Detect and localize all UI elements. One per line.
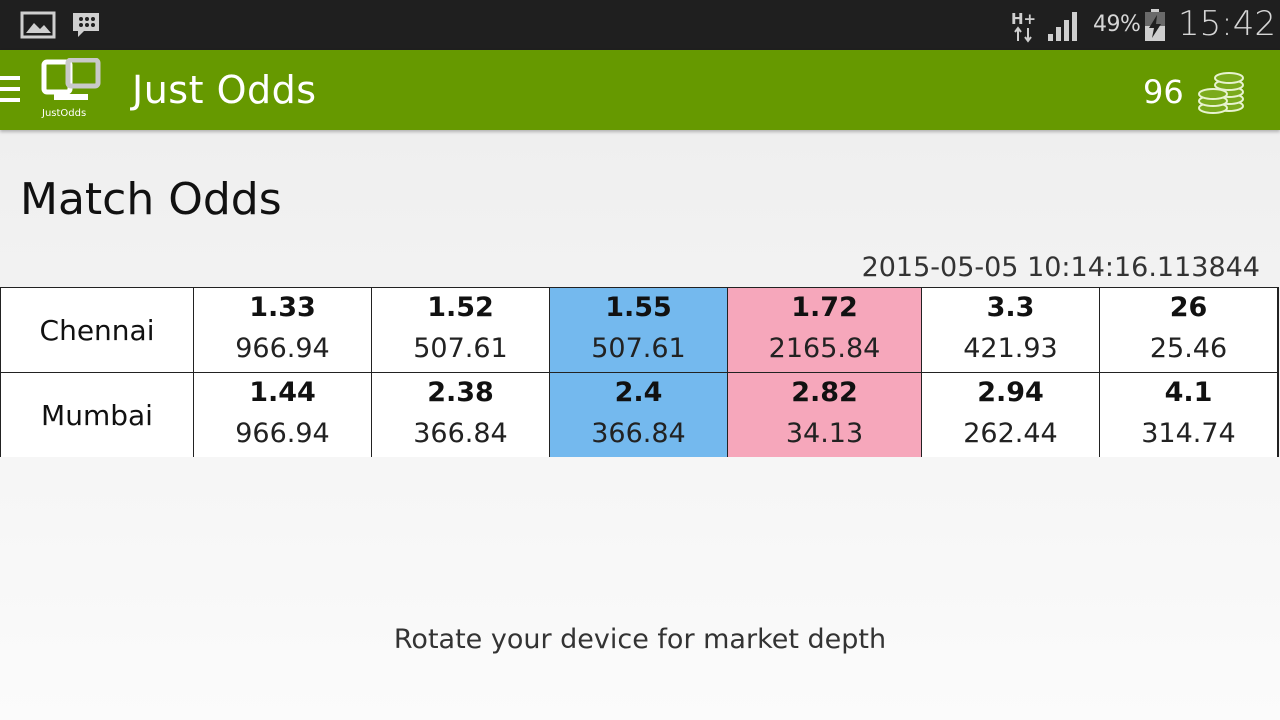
odds-size: 2165.84 — [768, 333, 881, 364]
app-bar: JustOdds Just Odds 96 — [0, 50, 1280, 130]
best-lay-cell[interactable]: 1.72 2165.84 — [727, 287, 922, 373]
status-bar: H+ 49% 15:42 — [0, 0, 1280, 50]
app-logo[interactable]: JustOdds — [38, 58, 104, 120]
odds-cell[interactable]: 26 25.46 — [1099, 287, 1279, 373]
odds-cell[interactable]: 2.38 366.84 — [371, 372, 550, 457]
odds-price: 1.33 — [249, 292, 316, 323]
odds-price: 1.44 — [249, 377, 316, 408]
runner-name: Chennai — [0, 287, 194, 373]
page-title: Match Odds — [20, 174, 282, 225]
gallery-icon — [20, 11, 56, 39]
hplus-network-icon: H+ — [1011, 10, 1036, 43]
odds-size: 366.84 — [591, 418, 686, 449]
odds-price: 1.55 — [605, 292, 672, 323]
odds-price: 4.1 — [1164, 377, 1213, 408]
odds-cell[interactable]: 2.94 262.44 — [921, 372, 1100, 457]
odds-price: 26 — [1169, 292, 1208, 323]
odds-size: 966.94 — [235, 333, 330, 364]
best-back-cell[interactable]: 2.4 366.84 — [549, 372, 728, 457]
odds-size: 262.44 — [963, 418, 1058, 449]
odds-cell[interactable]: 1.44 966.94 — [193, 372, 372, 457]
odds-cell[interactable]: 1.33 966.94 — [193, 287, 372, 373]
best-lay-cell[interactable]: 2.82 34.13 — [727, 372, 922, 457]
odds-size: 507.61 — [413, 333, 508, 364]
battery-charging-icon — [1145, 9, 1165, 41]
odds-size: 507.61 — [591, 333, 686, 364]
runner-row: Mumbai 1.44 966.94 2.38 366.84 2.4 366.84 2… — [0, 372, 1279, 457]
signal-icon — [1048, 12, 1077, 41]
market-timestamp: 2015-05-05 10:14:16.113844 — [861, 252, 1260, 283]
coin-count: 96 — [1143, 73, 1184, 111]
clock: 15:42 — [1178, 4, 1276, 44]
svg-text:H+: H+ — [1011, 10, 1036, 28]
odds-price: 2.82 — [791, 377, 858, 408]
svg-text:JustOdds: JustOdds — [41, 108, 86, 119]
odds-price: 2.38 — [427, 377, 494, 408]
bbm-icon — [73, 13, 99, 37]
battery-percent: 49% — [1093, 12, 1141, 37]
odds-price: 2.4 — [614, 377, 663, 408]
odds-size: 421.93 — [963, 333, 1058, 364]
odds-table: Chennai 1.33 966.94 1.52 507.61 1.55 507.61… — [0, 287, 1279, 457]
odds-size: 966.94 — [235, 418, 330, 449]
odds-cell[interactable]: 1.52 507.61 — [371, 287, 550, 373]
odds-size: 34.13 — [785, 418, 864, 449]
rotate-hint: Rotate your device for market depth — [393, 624, 887, 655]
odds-price: 1.52 — [427, 292, 494, 323]
runner-row: Chennai 1.33 966.94 1.52 507.61 1.55 507.61… — [0, 287, 1279, 373]
odds-size: 366.84 — [413, 418, 508, 449]
menu-icon[interactable] — [0, 76, 22, 106]
best-back-cell[interactable]: 1.55 507.61 — [549, 287, 728, 373]
odds-price: 3.3 — [986, 292, 1035, 323]
odds-price: 2.94 — [977, 377, 1044, 408]
odds-price: 1.72 — [791, 292, 858, 323]
coins-icon[interactable] — [1195, 66, 1247, 116]
odds-cell[interactable]: 4.1 314.74 — [1099, 372, 1279, 457]
odds-size: 314.74 — [1141, 418, 1236, 449]
runner-name: Mumbai — [0, 372, 194, 457]
odds-size: 25.46 — [1149, 333, 1228, 364]
odds-cell[interactable]: 3.3 421.93 — [921, 287, 1100, 373]
app-title: Just Odds — [132, 68, 317, 112]
